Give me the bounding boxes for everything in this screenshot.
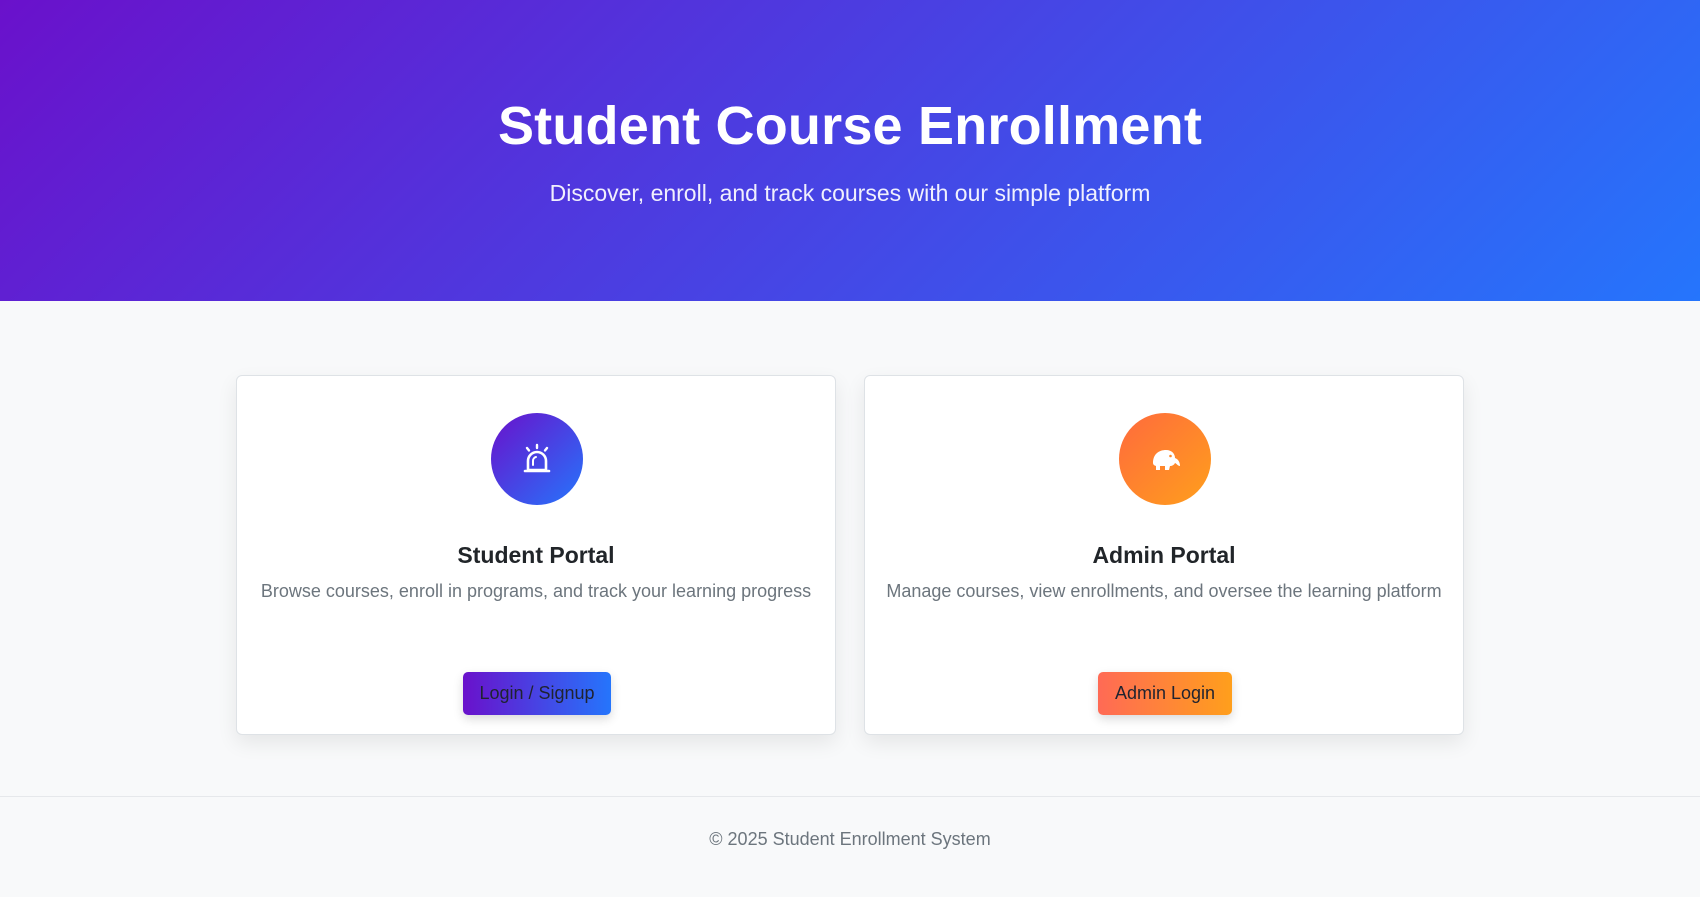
page-title: Student Course Enrollment bbox=[497, 96, 1203, 156]
student-portal-title: Student Portal bbox=[457, 542, 615, 568]
hero-subtitle: Discover, enroll, and track courses with… bbox=[549, 180, 1151, 206]
admin-portal-description: Manage courses, view enrollments, and ov… bbox=[886, 581, 1442, 601]
elephant-icon-glyph bbox=[1153, 450, 1180, 470]
elephant-icon bbox=[1119, 413, 1211, 505]
alarm-bell-icon bbox=[491, 413, 583, 505]
alarm-bell-icon-glyph bbox=[523, 443, 551, 473]
student-portal-description: Browse courses, enroll in programs, and … bbox=[260, 581, 812, 601]
hero-banner: Student Course Enrollment Discover, enro… bbox=[0, 0, 1700, 301]
portal-section: Student Portal Browse courses, enroll in… bbox=[0, 301, 1700, 796]
admin-portal-title: Admin Portal bbox=[1092, 542, 1236, 568]
admin-login-button[interactable]: Admin Login bbox=[1098, 672, 1232, 715]
login-signup-button[interactable]: Login / Signup bbox=[463, 672, 611, 715]
student-portal-card: Student Portal Browse courses, enroll in… bbox=[236, 375, 836, 735]
footer: © 2025 Student Enrollment System bbox=[0, 796, 1700, 897]
footer-copyright: © 2025 Student Enrollment System bbox=[709, 829, 991, 849]
admin-portal-card: Admin Portal Manage courses, view enroll… bbox=[864, 375, 1464, 735]
